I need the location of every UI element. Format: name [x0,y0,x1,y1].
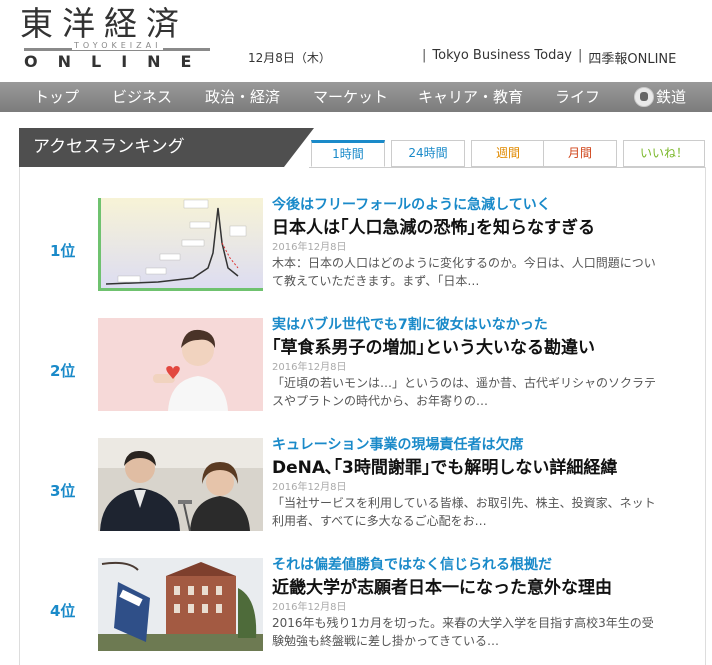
thumbnail-population-chart[interactable] [98,198,263,291]
nav-railway[interactable]: 鉄道 [656,82,686,112]
nav-life[interactable]: ライフ [555,82,600,112]
article-excerpt: 「当社サービスを利用している皆様、お取引先、株主、投資家、ネット利用者、すべてに… [272,496,656,528]
ranking-item[interactable]: 1位 今後はフリーフォールのように急減していく 日本人は｢人口急減の恐怖｣を知ら… [0,197,712,298]
ranking-item[interactable]: 2位 実はバブル世代でも7割に彼女はいなかった ｢草食系男子の増加｣という大いな… [0,317,712,418]
link-shikiho-online[interactable]: 四季報ONLINE [588,48,676,67]
site-logo[interactable]: 東洋経済 [20,4,188,44]
logo-subtitle: TOYOKEIZAI [24,41,210,52]
thumbnail-university-campus[interactable] [98,558,263,651]
article-headline[interactable]: 近畿大学が志願者日本一になった意外な理由 [272,573,612,598]
current-date: 12月8日（木） [248,51,331,65]
article-excerpt: 木本：日本の人口はどのように変化するのか。今日は、人口問題について教えていただき… [272,256,656,288]
rank-number: 2位 [50,362,76,380]
nav-career-education[interactable]: キャリア・教育 [418,82,523,112]
article-date: 2016年12月8日 [272,362,347,373]
rank-number: 4位 [50,602,76,620]
ranking-item[interactable]: 3位 キュレーション事業の現場責任者は欠席 DeNA､｢3時間謝罪｣でも解明しな… [0,437,712,538]
article-excerpt: 「近頃の若いモンは…」というのは、遥か昔、古代ギリシャのソクラテスやプラトンの時… [272,376,657,408]
article-date: 2016年12月8日 [272,482,347,493]
article-headline[interactable]: 日本人は｢人口急減の恐怖｣を知らなすぎる [272,213,595,238]
logo-online[interactable]: ONLINE [24,52,211,71]
main-nav: トップ ビジネス 政治・経済 マーケット キャリア・教育 ライフ 鉄道 [0,82,712,112]
nav-politics-economy[interactable]: 政治・経済 [205,82,280,112]
article-headline[interactable]: DeNA､｢3時間謝罪｣でも解明しない詳細経緯 [272,453,617,478]
article-date: 2016年12月8日 [272,242,347,253]
tab-1hour[interactable]: 1時間 [311,140,385,167]
tab-likes[interactable]: いいね！ [623,140,705,167]
article-excerpt: 2016年も残り1カ月を切った。来春の大学入学を目指す高校3年生の受験勉強も終盤… [272,616,654,648]
article-headline[interactable]: ｢草食系男子の増加｣という大いなる勘違い [272,333,595,358]
tab-24hours[interactable]: 24時間 [391,140,465,167]
thumbnail-press-conference[interactable] [98,438,263,531]
article-date: 2016年12月8日 [272,602,347,613]
ranking-header: アクセスランキング 1時間 24時間 週間 月間 いいね！ [19,128,706,168]
nav-business[interactable]: ビジネス [112,82,172,112]
article-kicker[interactable]: 今後はフリーフォールのように急減していく [272,194,551,214]
ranking-title: アクセスランキング [19,128,284,167]
nav-market[interactable]: マーケット [313,82,388,112]
article-kicker[interactable]: 実はバブル世代でも7割に彼女はいなかった [272,314,548,334]
article-kicker[interactable]: キュレーション事業の現場責任者は欠席 [272,434,523,454]
rank-number: 1位 [50,242,76,260]
tab-monthly[interactable]: 月間 [543,140,617,167]
tab-weekly[interactable]: 週間 [471,140,545,167]
thumbnail-man-with-heart[interactable] [98,318,263,411]
top-links: | Tokyo Business Today | 四季報ONLINE [422,48,677,67]
nav-top[interactable]: トップ [34,82,79,112]
link-tokyo-business-today[interactable]: Tokyo Business Today [432,48,572,67]
article-kicker[interactable]: それは偏差値勝負ではなく信じられる根拠だ [272,554,552,574]
train-icon [634,87,654,107]
ranking-item[interactable]: 4位 それは偏差値勝負ではなく信じられる根拠だ 近畿大学が志願者日本一になった意… [0,557,712,658]
rank-number: 3位 [50,482,76,500]
